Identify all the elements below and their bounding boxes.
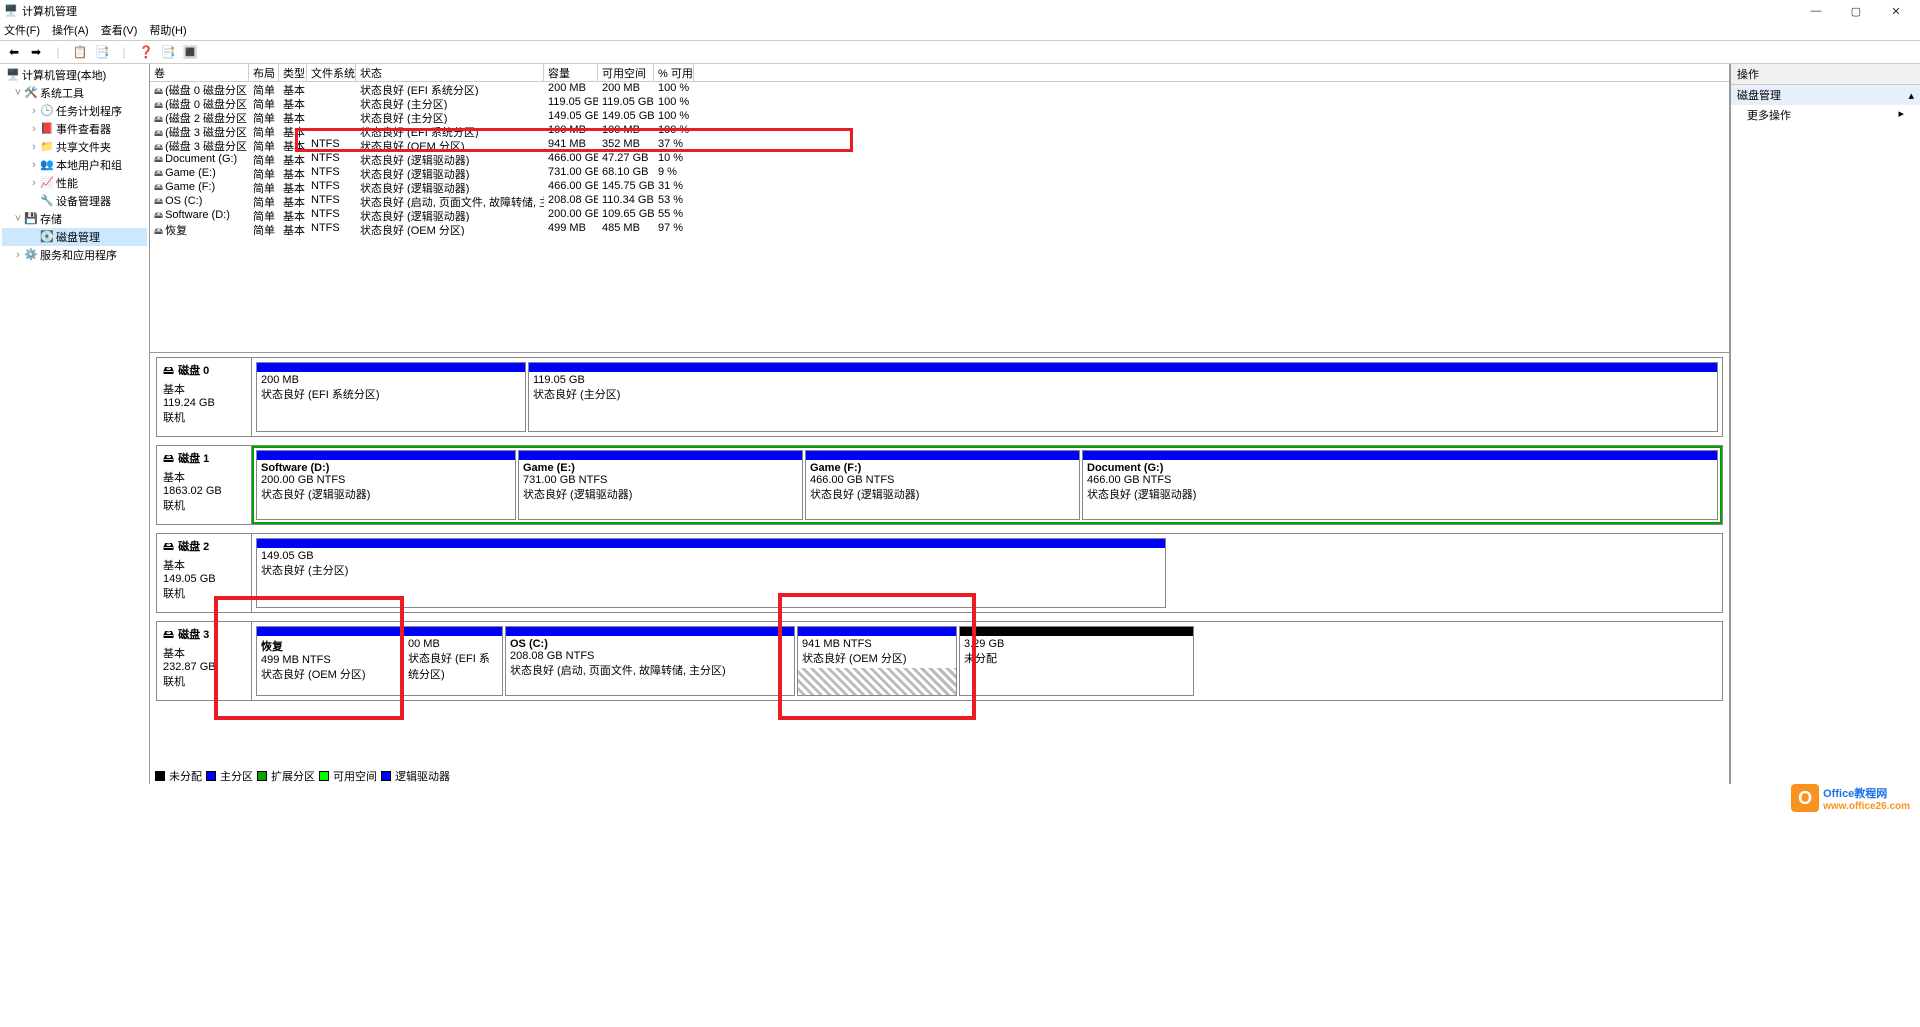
col-status[interactable]: 状态 [356,64,544,81]
disk3-partition-efi[interactable]: 00 MB状态良好 (EFI 系统分区) [403,626,503,696]
actions-section[interactable]: 磁盘管理▴ [1731,85,1920,105]
disk-2-info: 🖴磁盘 2 基本149.05 GB联机 [157,534,252,612]
volume-list-header[interactable]: 卷 布局 类型 文件系统 状态 容量 可用空间 % 可用 [150,64,1729,82]
actions-more[interactable]: 更多操作▸ [1731,105,1920,125]
disk1-partition-software[interactable]: Software (D:)200.00 GB NTFS状态良好 (逻辑驱动器) [256,450,516,520]
tree-scheduler[interactable]: ›🕒任务计划程序 [2,102,147,120]
minimize-button[interactable]: — [1796,0,1836,22]
close-button[interactable]: ✕ [1876,0,1916,22]
disk-icon: 🖴 [163,541,174,553]
tree-local-users[interactable]: ›👥本地用户和组 [2,156,147,174]
volume-row[interactable]: (磁盘 0 磁盘分区 1)简单基本状态良好 (EFI 系统分区)200 MB20… [150,82,1729,96]
volume-list[interactable]: (磁盘 0 磁盘分区 1)简单基本状态良好 (EFI 系统分区)200 MB20… [150,82,1729,352]
disk-icon: 🖴 [163,365,174,377]
disk0-partition-main[interactable]: 119.05 GB状态良好 (主分区) [528,362,1718,432]
navigation-tree[interactable]: 🖥️计算机管理(本地) ˅🛠️系统工具 ›🕒任务计划程序 ›📕事件查看器 ›📁共… [0,64,150,784]
disk-3[interactable]: 🖴磁盘 3 基本232.87 GB联机 恢复499 MB NTFS状态良好 (O… [156,621,1723,701]
menu-file[interactable]: 文件(F) [4,22,40,40]
disk0-partition-efi[interactable]: 200 MB状态良好 (EFI 系统分区) [256,362,526,432]
menu-help[interactable]: 帮助(H) [149,22,186,40]
disk1-partition-document[interactable]: Document (G:)466.00 GB NTFS状态良好 (逻辑驱动器) [1082,450,1718,520]
legend: 未分配 主分区 扩展分区 可用空间 逻辑驱动器 [155,768,450,784]
actions-header: 操作 [1731,64,1920,85]
tree-root[interactable]: 🖥️计算机管理(本地) [2,66,147,84]
help-icon[interactable]: ❓ [136,42,156,62]
sep: | [114,42,134,62]
disk3-unallocated[interactable]: 3.29 GB未分配 [959,626,1194,696]
disk-0[interactable]: 🖴磁盘 0 基本119.24 GB联机 200 MB状态良好 (EFI 系统分区… [156,357,1723,437]
disk2-partition-main[interactable]: 149.05 GB状态良好 (主分区) [256,538,1166,608]
col-free[interactable]: 可用空间 [598,64,654,81]
chevron-right-icon: ▸ [1898,107,1904,123]
disk-icon: 🖴 [163,629,174,641]
disk-1[interactable]: 🖴磁盘 1 基本1863.02 GB联机 Software (D:)200.00… [156,445,1723,525]
menu-bar: 文件(F) 操作(A) 查看(V) 帮助(H) [0,22,1920,40]
disk-icon: 🖴 [163,453,174,465]
forward-icon[interactable]: ➡ [26,42,46,62]
app-icon: 🖥️ [4,4,18,18]
volume-row[interactable]: (磁盘 2 磁盘分区 1)简单基本状态良好 (主分区)149.05 GB149.… [150,110,1729,124]
col-volume[interactable]: 卷 [150,64,249,81]
disk3-partition-oem[interactable]: 941 MB NTFS状态良好 (OEM 分区) [797,626,957,696]
window-title: 计算机管理 [22,3,1796,19]
tree-device-manager[interactable]: 🔧设备管理器 [2,192,147,210]
disk3-partition-os[interactable]: OS (C:)208.08 GB NTFS状态良好 (启动, 页面文件, 故障转… [505,626,795,696]
col-layout[interactable]: 布局 [249,64,279,81]
tree-disk-management[interactable]: 💽磁盘管理 [2,228,147,246]
disk-2[interactable]: 🖴磁盘 2 基本149.05 GB联机 149.05 GB状态良好 (主分区) [156,533,1723,613]
disk-graphical-area: 🖴磁盘 0 基本119.24 GB联机 200 MB状态良好 (EFI 系统分区… [150,352,1729,784]
props-icon[interactable]: 📑 [92,42,112,62]
watermark-logo-icon: O [1791,784,1819,812]
disk1-partition-game-f[interactable]: Game (F:)466.00 GB NTFS状态良好 (逻辑驱动器) [805,450,1080,520]
maximize-button[interactable]: ▢ [1836,0,1876,22]
options-icon[interactable]: 🔳 [180,42,200,62]
disk-0-info: 🖴磁盘 0 基本119.24 GB联机 [157,358,252,436]
tree-services[interactable]: ›⚙️服务和应用程序 [2,246,147,264]
tree-shared-folders[interactable]: ›📁共享文件夹 [2,138,147,156]
disk-1-info: 🖴磁盘 1 基本1863.02 GB联机 [157,446,252,524]
tree-system-tools[interactable]: ˅🛠️系统工具 [2,84,147,102]
col-capacity[interactable]: 容量 [544,64,598,81]
refresh-icon[interactable]: 📑 [158,42,178,62]
volume-row[interactable]: Game (F:)简单基本NTFS状态良好 (逻辑驱动器)466.00 GB14… [150,180,1729,194]
volume-row[interactable]: Game (E:)简单基本NTFS状态良好 (逻辑驱动器)731.00 GB68… [150,166,1729,180]
watermark: O Office教程网 www.office26.com [1791,784,1910,812]
menu-view[interactable]: 查看(V) [101,22,138,40]
volume-row[interactable]: (磁盘 3 磁盘分区 5)简单基本NTFS状态良好 (OEM 分区)941 MB… [150,138,1729,152]
col-filesystem[interactable]: 文件系统 [307,64,356,81]
volume-row[interactable]: Software (D:)简单基本NTFS状态良好 (逻辑驱动器)200.00 … [150,208,1729,222]
volume-row[interactable]: 恢复简单基本NTFS状态良好 (OEM 分区)499 MB485 MB97 % [150,222,1729,236]
tree-storage[interactable]: ˅💾存储 [2,210,147,228]
tool-bar: ⬅ ➡ | 📋 📑 | ❓ 📑 🔳 [0,40,1920,64]
menu-action[interactable]: 操作(A) [52,22,89,40]
collapse-icon[interactable]: ▴ [1908,89,1914,102]
disk1-partition-game-e[interactable]: Game (E:)731.00 GB NTFS状态良好 (逻辑驱动器) [518,450,803,520]
actions-pane: 操作 磁盘管理▴ 更多操作▸ [1730,64,1920,784]
sep: | [48,42,68,62]
disk-3-info: 🖴磁盘 3 基本232.87 GB联机 [157,622,252,700]
center-panel: 卷 布局 类型 文件系统 状态 容量 可用空间 % 可用 (磁盘 0 磁盘分区 … [150,64,1730,784]
col-percent[interactable]: % 可用 [654,64,694,81]
tree-performance[interactable]: ›📈性能 [2,174,147,192]
up-icon[interactable]: 📋 [70,42,90,62]
volume-row[interactable]: (磁盘 3 磁盘分区 2)简单基本状态良好 (EFI 系统分区)100 MB10… [150,124,1729,138]
volume-row[interactable]: Document (G:)简单基本NTFS状态良好 (逻辑驱动器)466.00 … [150,152,1729,166]
tree-event-viewer[interactable]: ›📕事件查看器 [2,120,147,138]
title-bar: 🖥️ 计算机管理 — ▢ ✕ [0,0,1920,22]
volume-row[interactable]: (磁盘 0 磁盘分区 2)简单基本状态良好 (主分区)119.05 GB119.… [150,96,1729,110]
volume-row[interactable]: OS (C:)简单基本NTFS状态良好 (启动, 页面文件, 故障转储, 主分区… [150,194,1729,208]
back-icon[interactable]: ⬅ [4,42,24,62]
col-type[interactable]: 类型 [279,64,307,81]
disk3-partition-recovery[interactable]: 恢复499 MB NTFS状态良好 (OEM 分区) [256,626,401,696]
